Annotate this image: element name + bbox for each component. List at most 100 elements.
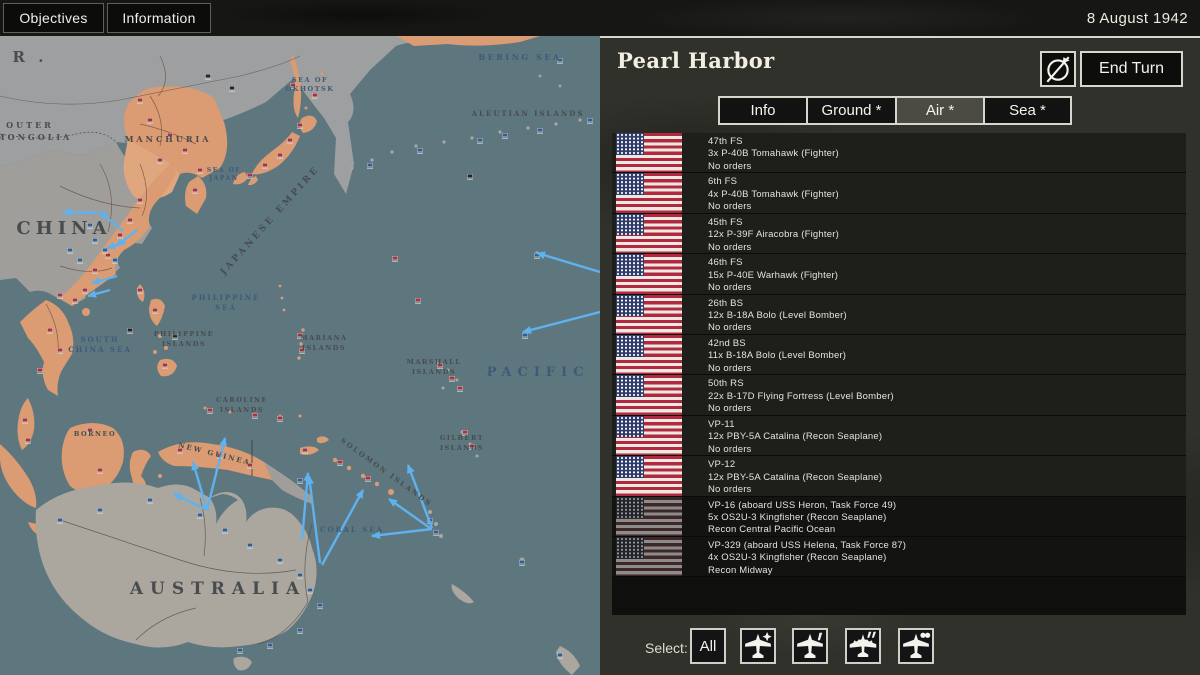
unit-row[interactable]: VP-329 (aboard USS Helena, Task Force 87… [612, 537, 1186, 577]
map-unit-marker[interactable] [338, 460, 343, 464]
map-unit-marker[interactable] [558, 653, 563, 657]
filter-dive-bomber-button[interactable] [792, 628, 828, 664]
map-marker-label [522, 338, 528, 339]
end-turn-button[interactable]: End Turn [1080, 51, 1183, 87]
map-unit-marker[interactable] [298, 573, 303, 577]
map-unit-marker[interactable] [278, 153, 283, 157]
map-unit-marker[interactable] [113, 258, 118, 262]
map-unit-marker[interactable] [128, 218, 133, 222]
tab-sea[interactable]: Sea * [983, 96, 1072, 125]
map-unit-marker[interactable] [163, 363, 168, 367]
map-unit-marker[interactable] [23, 418, 28, 422]
map-unit-marker[interactable] [503, 133, 508, 137]
unit-row[interactable]: 47th FS3x P-40B Tomahawk (Fighter)No ord… [612, 133, 1186, 173]
map-unit-marker[interactable] [138, 98, 143, 102]
map-unit-marker[interactable] [248, 173, 253, 177]
map-unit-marker[interactable] [303, 448, 308, 452]
map-unit-marker[interactable] [158, 158, 163, 162]
unit-orders: No orders [708, 322, 847, 334]
map-unit-marker[interactable] [118, 233, 123, 237]
map-unit-marker[interactable] [98, 508, 103, 512]
skip-turn-button[interactable] [1040, 51, 1076, 87]
map-unit-marker[interactable] [523, 333, 528, 337]
map-unit-marker[interactable] [298, 628, 303, 632]
unit-row[interactable]: 45th FS12x P-39F Airacobra (Fighter)No o… [612, 214, 1186, 254]
map-unit-marker[interactable] [26, 438, 31, 442]
map-unit-marker[interactable] [83, 288, 88, 292]
map-unit-marker[interactable] [278, 416, 283, 420]
map-unit-marker[interactable] [208, 408, 213, 412]
information-button[interactable]: Information [107, 3, 211, 33]
map-unit-marker[interactable] [198, 513, 203, 517]
map-unit-marker[interactable] [238, 648, 243, 652]
unit-row[interactable]: 46th FS15x P-40E Warhawk (Fighter)No ord… [612, 254, 1186, 294]
map-unit-marker[interactable] [68, 248, 73, 252]
map-unit-marker[interactable] [263, 163, 268, 167]
map-unit-marker[interactable] [38, 368, 43, 372]
unit-row[interactable]: 6th FS4x P-40B Tomahawk (Fighter)No orde… [612, 173, 1186, 213]
map-marker-label [287, 143, 293, 144]
map-unit-marker[interactable] [588, 118, 593, 122]
unit-row[interactable]: VP-16 (aboard USS Heron, Task Force 49)5… [612, 497, 1186, 537]
map-unit-marker[interactable] [128, 328, 133, 332]
map-unit-marker[interactable] [393, 256, 398, 260]
map-unit-marker[interactable] [58, 518, 63, 522]
map-unit-marker[interactable] [318, 603, 323, 607]
map-unit-marker[interactable] [138, 288, 143, 292]
unit-row[interactable]: 50th RS22x B-17D Flying Fortress (Level … [612, 375, 1186, 415]
unit-row[interactable]: 42nd BS11x B-18A Bolo (Level Bomber)No o… [612, 335, 1186, 375]
map-unit-marker[interactable] [223, 528, 228, 532]
map-unit-marker[interactable] [58, 348, 63, 352]
map-unit-marker[interactable] [368, 163, 373, 167]
unit-orders: No orders [708, 282, 838, 294]
map-unit-marker[interactable] [48, 328, 53, 332]
unit-row[interactable]: VP-1112x PBY-5A Catalina (Recon Seaplane… [612, 416, 1186, 456]
filter-fighter-button[interactable] [740, 628, 776, 664]
map-unit-marker[interactable] [450, 376, 455, 380]
filter-level-bomber-button[interactable] [845, 628, 881, 664]
objectives-button[interactable]: Objectives [3, 3, 104, 33]
unit-row[interactable]: VP-1212x PBY-5A Catalina (Recon Seaplane… [612, 456, 1186, 496]
tab-ground[interactable]: Ground * [806, 96, 897, 125]
world-map[interactable]: R .OUTERMONGOLIAMANCHURIACHINASEA OFJAPA… [0, 36, 600, 675]
map-unit-marker[interactable] [58, 293, 63, 297]
map-unit-marker[interactable] [313, 93, 318, 97]
map-unit-marker[interactable] [183, 148, 188, 152]
map-unit-marker[interactable] [298, 478, 303, 482]
select-all-button[interactable]: All [690, 628, 726, 664]
map-unit-marker[interactable] [434, 530, 439, 534]
map-unit-marker[interactable] [478, 138, 483, 142]
map-unit-marker[interactable] [538, 128, 543, 132]
map-unit-marker[interactable] [193, 188, 198, 192]
map-unit-marker[interactable] [418, 148, 423, 152]
filter-recon-seaplane-button[interactable] [898, 628, 934, 664]
map-unit-marker[interactable] [148, 498, 153, 502]
map-unit-marker[interactable] [206, 74, 211, 78]
map-unit-marker[interactable] [98, 468, 103, 472]
map-unit-marker[interactable] [78, 258, 83, 262]
map-unit-marker[interactable] [288, 138, 293, 142]
map-unit-marker[interactable] [520, 560, 525, 564]
map-unit-marker[interactable] [138, 198, 143, 202]
map-unit-marker[interactable] [230, 86, 235, 90]
map-marker-label [182, 153, 188, 154]
map-unit-marker[interactable] [103, 248, 108, 252]
map-unit-marker[interactable] [153, 308, 158, 312]
map-unit-marker[interactable] [198, 168, 203, 172]
map-unit-marker[interactable] [416, 298, 421, 302]
map-unit-marker[interactable] [298, 123, 303, 127]
tab-info[interactable]: Info [718, 96, 808, 125]
map-unit-marker[interactable] [468, 174, 473, 178]
unit-row[interactable]: 26th BS12x B-18A Bolo (Level Bomber)No o… [612, 295, 1186, 335]
map-label: ISLANDS [412, 368, 456, 376]
map-unit-marker[interactable] [248, 543, 253, 547]
map-unit-marker[interactable] [366, 476, 371, 480]
tab-air[interactable]: Air * [895, 96, 985, 125]
map-unit-marker[interactable] [278, 558, 283, 562]
map-unit-marker[interactable] [148, 118, 153, 122]
map-unit-marker[interactable] [93, 268, 98, 272]
map-unit-marker[interactable] [268, 643, 273, 647]
map-unit-marker[interactable] [458, 386, 463, 390]
map-unit-marker[interactable] [308, 588, 313, 592]
map-unit-marker[interactable] [73, 298, 78, 302]
